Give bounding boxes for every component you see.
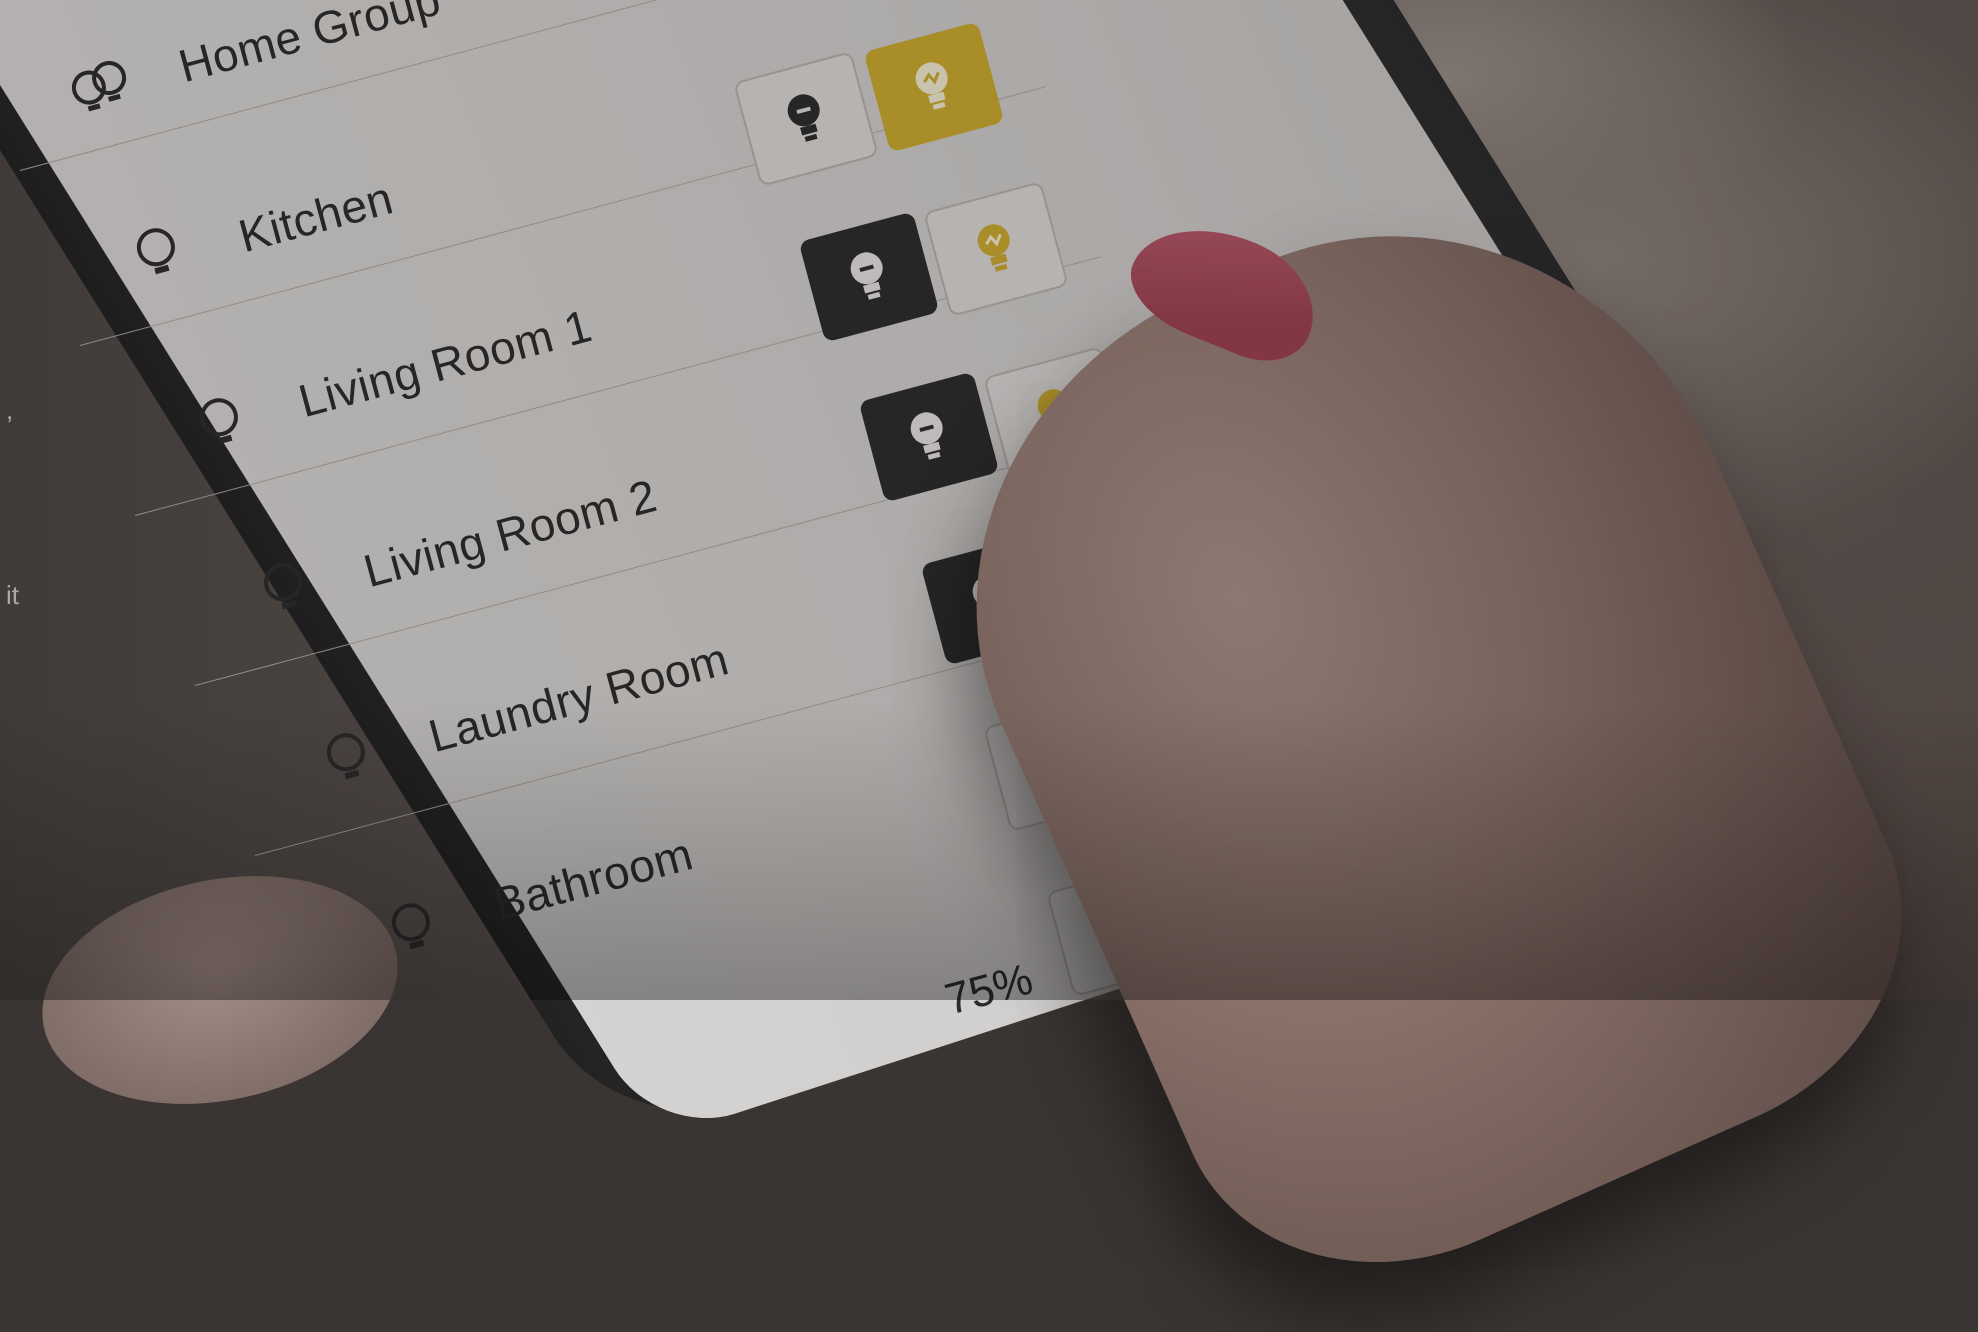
bulb-off-icon <box>850 252 883 300</box>
edge-text-word: it <box>6 580 19 610</box>
bulb-on-icon <box>915 62 948 110</box>
bulb-on-icon <box>977 224 1010 272</box>
bulb-off-icon <box>787 94 820 142</box>
edge-text-comma: , <box>6 395 14 425</box>
bulb-off-icon <box>910 412 943 460</box>
